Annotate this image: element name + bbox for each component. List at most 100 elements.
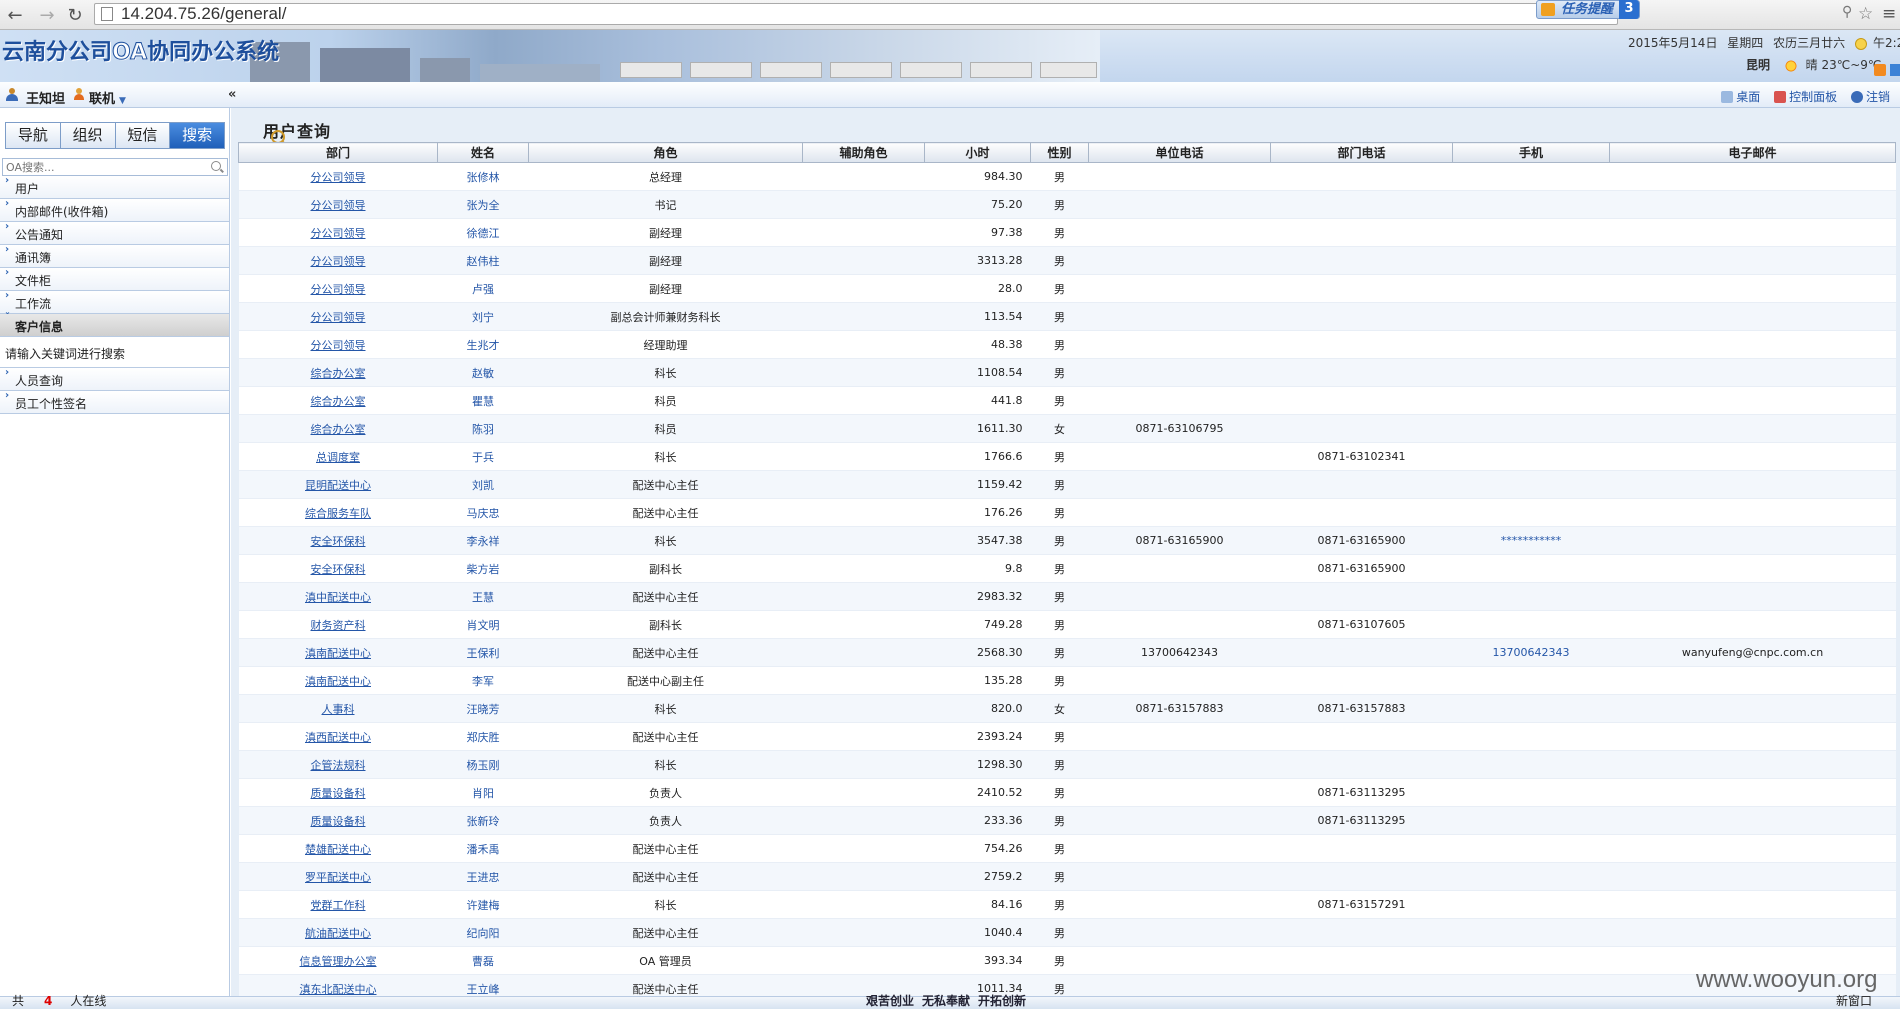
menu-item-staff-query[interactable]: › 人员查询 <box>0 367 229 391</box>
dept-link[interactable]: 综合办公室 <box>238 386 438 415</box>
menu-item-customer-info[interactable]: ˇ 客户信息 <box>0 312 229 337</box>
feed-icon[interactable] <box>1890 64 1900 76</box>
dept-link[interactable]: 质量设备科 <box>238 778 438 807</box>
menu-item-mail[interactable]: › 内部邮件(收件箱) <box>0 198 229 222</box>
mobile-cell[interactable] <box>1452 946 1610 975</box>
menu-item-users[interactable]: › 用户 <box>0 175 229 199</box>
name-link[interactable]: 刘宁 <box>437 302 529 331</box>
menu-item-notice[interactable]: › 公告通知 <box>0 221 229 245</box>
desktop-link[interactable]: 桌面 <box>1721 90 1760 104</box>
mobile-cell[interactable] <box>1452 330 1610 359</box>
name-link[interactable]: 纪向阳 <box>437 918 529 947</box>
dept-link[interactable]: 滇西配送中心 <box>238 722 438 751</box>
dept-link[interactable]: 滇中配送中心 <box>238 582 438 611</box>
mobile-cell[interactable] <box>1452 470 1610 499</box>
browser-menu-icon[interactable]: ≡ <box>1882 4 1896 24</box>
city-text[interactable]: 昆明 <box>1746 58 1770 72</box>
name-link[interactable]: 生兆才 <box>437 330 529 359</box>
dept-link[interactable]: 企管法规科 <box>238 750 438 779</box>
name-link[interactable]: 刘凯 <box>437 470 529 499</box>
name-link[interactable]: 马庆忠 <box>437 498 529 527</box>
name-link[interactable]: 张新玲 <box>437 806 529 835</box>
mobile-cell[interactable] <box>1452 750 1610 779</box>
name-link[interactable]: 张为全 <box>437 190 529 219</box>
new-window-link[interactable]: 新窗口 <box>1836 995 1872 1007</box>
column-header[interactable]: 小时 <box>924 142 1031 163</box>
dept-link[interactable]: 党群工作科 <box>238 890 438 919</box>
dept-link[interactable]: 总调度室 <box>238 442 438 471</box>
forward-icon[interactable]: → <box>36 4 58 26</box>
online-count[interactable]: 共 4 人在线 <box>12 995 106 1007</box>
url-text[interactable]: 14.204.75.26/general/ <box>121 4 286 24</box>
mobile-cell[interactable] <box>1452 834 1610 863</box>
name-link[interactable]: 卢强 <box>437 274 529 303</box>
dept-link[interactable]: 综合办公室 <box>238 414 438 443</box>
mobile-cell[interactable] <box>1452 806 1610 835</box>
mobile-cell[interactable] <box>1452 862 1610 891</box>
mobile-cell[interactable] <box>1452 498 1610 527</box>
dept-link[interactable]: 滇南配送中心 <box>238 638 438 667</box>
mobile-cell[interactable] <box>1452 890 1610 919</box>
tab-org[interactable]: 组织 <box>60 123 116 148</box>
mobile-cell[interactable]: 13700642343 <box>1452 638 1610 667</box>
column-header[interactable]: 姓名 <box>437 142 529 163</box>
name-link[interactable]: 李永祥 <box>437 526 529 555</box>
dept-link[interactable]: 分公司领导 <box>238 162 438 191</box>
address-bar[interactable]: 14.204.75.26/general/ <box>94 3 1618 25</box>
mobile-cell[interactable] <box>1452 610 1610 639</box>
mobile-cell[interactable] <box>1452 694 1610 723</box>
dept-link[interactable]: 分公司领导 <box>238 330 438 359</box>
name-link[interactable]: 汪晓芳 <box>437 694 529 723</box>
name-link[interactable]: 肖阳 <box>437 778 529 807</box>
mobile-cell[interactable] <box>1452 386 1610 415</box>
username[interactable]: 王知坦 <box>26 88 65 107</box>
dept-link[interactable]: 安全环保科 <box>238 554 438 583</box>
column-header[interactable]: 性别 <box>1030 142 1089 163</box>
column-header[interactable]: 电子邮件 <box>1609 142 1896 163</box>
bookmark-star-icon[interactable]: ☆ <box>1858 4 1873 24</box>
mobile-cell[interactable] <box>1452 162 1610 191</box>
name-link[interactable]: 赵敏 <box>437 358 529 387</box>
mobile-cell[interactable] <box>1452 246 1610 275</box>
mobile-cell[interactable] <box>1452 414 1610 443</box>
dept-link[interactable]: 信息管理办公室 <box>238 946 438 975</box>
mobile-cell[interactable] <box>1452 722 1610 751</box>
dept-link[interactable]: 航油配送中心 <box>238 918 438 947</box>
logout-link[interactable]: 注销 <box>1850 90 1890 104</box>
dept-link[interactable]: 分公司领导 <box>238 190 438 219</box>
dept-link[interactable]: 滇南配送中心 <box>238 666 438 695</box>
oa-search-input[interactable] <box>3 159 186 175</box>
mobile-cell[interactable]: *********** <box>1452 526 1610 555</box>
name-link[interactable]: 肖文明 <box>437 610 529 639</box>
name-link[interactable]: 瞿慧 <box>437 386 529 415</box>
name-link[interactable]: 陈羽 <box>437 414 529 443</box>
name-link[interactable]: 于兵 <box>437 442 529 471</box>
menu-item-addressbook[interactable]: › 通讯簿 <box>0 244 229 268</box>
menu-item-workflow[interactable]: › 工作流 <box>0 290 229 314</box>
name-link[interactable]: 曹磊 <box>437 946 529 975</box>
dept-link[interactable]: 综合服务车队 <box>238 498 438 527</box>
mobile-cell[interactable] <box>1452 190 1610 219</box>
control-panel-link[interactable]: 控制面板 <box>1774 90 1837 104</box>
column-header[interactable]: 角色 <box>528 142 803 163</box>
dept-link[interactable]: 质量设备科 <box>238 806 438 835</box>
dept-link[interactable]: 人事科 <box>238 694 438 723</box>
mobile-cell[interactable] <box>1452 554 1610 583</box>
rss-icon[interactable] <box>1874 64 1886 76</box>
mobile-cell[interactable] <box>1452 218 1610 247</box>
name-link[interactable]: 许建梅 <box>437 890 529 919</box>
column-header[interactable]: 单位电话 <box>1088 142 1271 163</box>
menu-item-signature[interactable]: › 员工个性签名 <box>0 390 229 414</box>
menu-item-filecabinet[interactable]: › 文件柜 <box>0 267 229 291</box>
name-link[interactable]: 张修林 <box>437 162 529 191</box>
back-icon[interactable]: ← <box>4 4 26 26</box>
mobile-cell[interactable] <box>1452 274 1610 303</box>
search-icon[interactable] <box>211 161 221 171</box>
pin-icon[interactable]: ⚲ <box>1842 4 1852 20</box>
dept-link[interactable]: 财务资产科 <box>238 610 438 639</box>
name-link[interactable]: 王进忠 <box>437 862 529 891</box>
dept-link[interactable]: 安全环保科 <box>238 526 438 555</box>
reload-icon[interactable]: ↻ <box>64 4 86 26</box>
dept-link[interactable]: 罗平配送中心 <box>238 862 438 891</box>
name-link[interactable]: 赵伟柱 <box>437 246 529 275</box>
